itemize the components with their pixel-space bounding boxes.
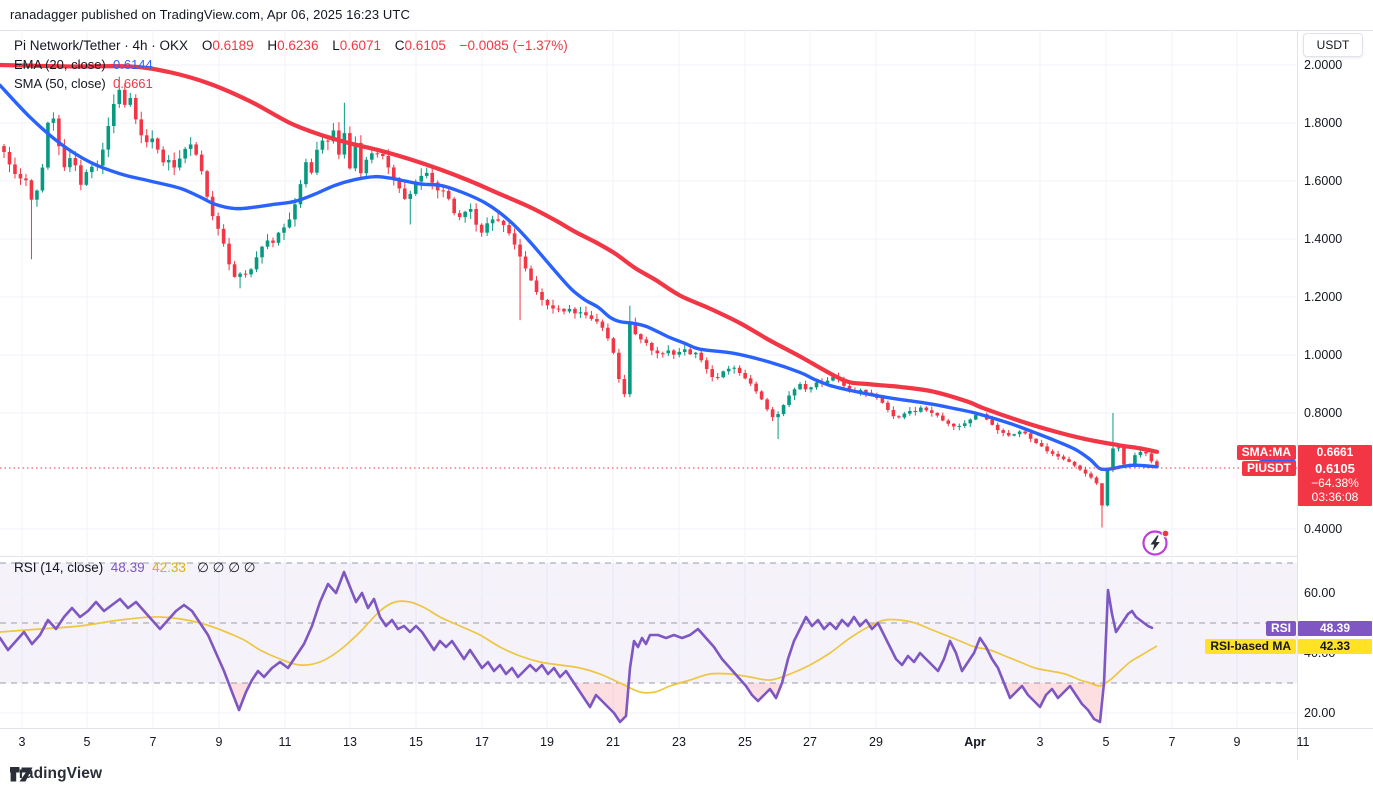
rsi-ma-pill: RSI-based MA xyxy=(1205,639,1296,654)
symbol-row[interactable]: Pi Network/Tether · 4h · OKX O0.6189 H0.… xyxy=(14,36,568,55)
time-tick-label: 19 xyxy=(540,735,554,749)
open-label: O xyxy=(202,38,213,53)
sma-label: SMA (50, close) xyxy=(14,76,106,91)
sma-price-pill: SMA:MA xyxy=(1237,445,1296,460)
footer: TradingView xyxy=(10,765,102,783)
time-axis-border xyxy=(0,728,1373,729)
open-value: 0.6189 xyxy=(212,38,253,53)
candle-countdown: 03:36:08 xyxy=(1298,490,1372,504)
low-value: 0.6071 xyxy=(340,38,381,53)
time-tick-label: 9 xyxy=(216,735,223,749)
close-value: 0.6105 xyxy=(405,38,446,53)
ema-row[interactable]: EMA (20, close) 0.6144 xyxy=(14,55,568,74)
rsi-empty-values: ∅ ∅ ∅ ∅ xyxy=(197,560,255,575)
time-tick-label: 21 xyxy=(606,735,620,749)
rsi-ma-value-tag: 42.33 xyxy=(1298,639,1372,654)
price-tick-label: 1.4000 xyxy=(1304,231,1342,247)
price-tick-label: 2.0000 xyxy=(1304,57,1342,73)
rsi-ma-legend-value: 42.33 xyxy=(152,560,186,575)
high-value: 0.6236 xyxy=(277,38,318,53)
ema-label: EMA (20, close) xyxy=(14,57,106,72)
rsi-indicator-label: RSI (14, close) xyxy=(14,560,103,575)
time-tick-label: 25 xyxy=(738,735,752,749)
time-tick-label: 5 xyxy=(84,735,91,749)
symbol-price-pill: PIUSDT xyxy=(1242,461,1296,476)
rsi-pill: RSI xyxy=(1266,621,1296,636)
boost-button[interactable] xyxy=(1140,527,1172,559)
time-tick-label: 13 xyxy=(343,735,357,749)
price-change-percent: −64.38% xyxy=(1298,476,1372,490)
time-tick-label: 11 xyxy=(1297,735,1310,749)
attribution-text: ranadagger published on TradingView.com,… xyxy=(10,7,410,22)
time-tick-label: 7 xyxy=(150,735,157,749)
last-price-tag: 0.6105−64.38%03:36:08 xyxy=(1298,459,1372,506)
candlestick-series xyxy=(2,77,1159,528)
price-tick-label: 0.8000 xyxy=(1304,405,1342,421)
rsi-value-tag: 48.39 xyxy=(1298,621,1372,636)
price-tick-label: 1.2000 xyxy=(1304,289,1342,305)
low-label: L xyxy=(332,38,340,53)
close-label: C xyxy=(395,38,405,53)
lightning-boost-icon xyxy=(1140,527,1172,559)
time-tick-label: 3 xyxy=(19,735,26,749)
time-tick-label: 3 xyxy=(1037,735,1044,749)
price-tick-label: 1.8000 xyxy=(1304,115,1342,131)
sma-row[interactable]: SMA (50, close) 0.6661 xyxy=(14,74,568,93)
time-tick-label: 9 xyxy=(1234,735,1241,749)
time-tick-label: 27 xyxy=(803,735,817,749)
tradingview-logo-icon[interactable] xyxy=(10,766,33,783)
chart-legend: Pi Network/Tether · 4h · OKX O0.6189 H0.… xyxy=(14,36,568,93)
time-tick-label: 29 xyxy=(869,735,883,749)
time-tick-label: 7 xyxy=(1169,735,1176,749)
time-tick-label: 17 xyxy=(475,735,489,749)
sma-value: 0.6661 xyxy=(113,76,153,91)
price-tick-label: 1.0000 xyxy=(1304,347,1342,363)
price-tick-label: 1.6000 xyxy=(1304,173,1342,189)
time-tick-label: 15 xyxy=(409,735,423,749)
last-price-value: 0.6105 xyxy=(1298,459,1372,476)
change-value: −0.0085 (−1.37%) xyxy=(460,38,568,53)
price-tick-label: 0.4000 xyxy=(1304,521,1342,537)
ema20-line xyxy=(0,85,1157,469)
price-chart-canvas[interactable] xyxy=(0,30,1297,556)
time-tick-label: 23 xyxy=(672,735,686,749)
symbol-title[interactable]: Pi Network/Tether · 4h · OKX xyxy=(14,38,188,53)
currency-toggle-button[interactable]: USDT xyxy=(1303,33,1363,57)
time-tick-label: 5 xyxy=(1103,735,1110,749)
time-tick-label: Apr xyxy=(964,735,986,749)
time-tick-label: 11 xyxy=(279,735,292,749)
rsi-tick-label: 20.00 xyxy=(1304,705,1335,721)
rsi-chart-canvas[interactable] xyxy=(0,556,1297,728)
ema-value: 0.6144 xyxy=(113,57,153,72)
rsi-legend-row[interactable]: RSI (14, close) 48.39 42.33 ∅ ∅ ∅ ∅ xyxy=(14,560,255,576)
tradingview-snapshot: ranadagger published on TradingView.com,… xyxy=(0,0,1373,796)
rsi-legend-value: 48.39 xyxy=(111,560,145,575)
sma-price-tag: 0.6661 xyxy=(1298,445,1372,460)
high-label: H xyxy=(267,38,277,53)
rsi-tick-label: 60.00 xyxy=(1304,585,1335,601)
